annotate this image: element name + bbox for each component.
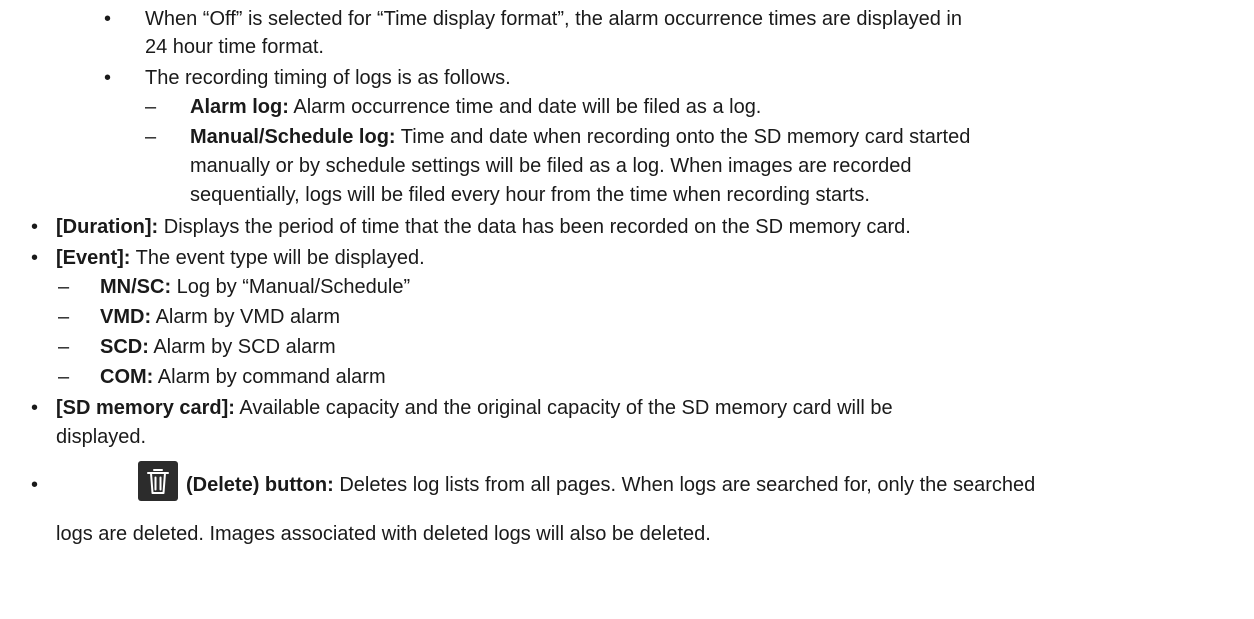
event-vmd-label: VMD: [100,306,152,328]
dash-glyph: – [145,96,157,118]
bullet-glyph: • [31,474,39,496]
dash-glyph: – [145,126,157,148]
sd-card-label: [SD memory card]: [56,397,235,419]
bullet-glyph: • [31,397,39,419]
alarm-log-line: Alarm log: Alarm occurrence time and dat… [190,93,761,121]
sd-card-line-1: [SD memory card]: Available capacity and… [56,394,893,422]
event-text: The event type will be displayed. [130,247,425,269]
bullet-glyph: • [104,8,112,30]
manual-log-text: Time and date when recording onto the SD… [395,126,971,148]
delete-line-1: (Delete) button: Deletes log lists from … [186,471,1035,499]
event-com-line: COM: Alarm by command alarm [100,363,386,391]
alarm-log-text: Alarm occurrence time and date will be f… [288,96,762,118]
event-vmd-text: Alarm by VMD alarm [151,306,341,328]
dash-glyph: – [58,306,70,328]
event-vmd-line: VMD: Alarm by VMD alarm [100,303,340,331]
event-com-text: Alarm by command alarm [153,366,386,388]
nested-item-1-line-2: 24 hour time format. [145,36,324,58]
manual-log-label: Manual/Schedule log: [190,126,396,148]
event-scd-line: SCD: Alarm by SCD alarm [100,333,336,361]
sd-card-text: Available capacity and the original capa… [234,397,893,419]
dash-glyph: – [58,276,70,298]
dash-glyph: – [58,336,70,358]
nested-item-1-line-1: When “Off” is selected for “Time display… [145,8,962,30]
delete-label: (Delete) button: [186,474,334,496]
sd-card-line-2: displayed. [56,426,147,448]
delete-line-2: logs are deleted. Images associated with… [56,523,711,545]
trash-icon [138,461,178,501]
event-mnsc-line: MN/SC: Log by “Manual/Schedule” [100,273,410,301]
duration-label: [Duration]: [56,216,159,238]
event-mnsc-text: Log by “Manual/Schedule” [171,276,411,298]
duration-line: [Duration]: Displays the period of time … [56,213,911,241]
manual-log-line-2: manually or by schedule settings will be… [190,155,912,177]
event-scd-label: SCD: [100,336,149,358]
event-scd-text: Alarm by SCD alarm [148,336,336,358]
duration-text: Displays the period of time that the dat… [158,216,911,238]
alarm-log-label: Alarm log: [190,96,289,118]
event-com-label: COM: [100,366,154,388]
delete-text: Deletes log lists from all pages. When l… [333,474,1036,496]
dash-glyph: – [58,366,70,388]
bullet-glyph: • [31,216,39,238]
event-mnsc-label: MN/SC: [100,276,172,298]
manual-log-line-3: sequentially, logs will be filed every h… [190,184,870,206]
bullet-glyph: • [104,67,112,89]
event-label: [Event]: [56,247,131,269]
bullet-glyph: • [31,247,39,269]
manual-log-line-1: Manual/Schedule log: Time and date when … [190,123,970,151]
nested-item-2-line-1: The recording timing of logs is as follo… [145,67,511,89]
event-line: [Event]: The event type will be displaye… [56,244,425,272]
